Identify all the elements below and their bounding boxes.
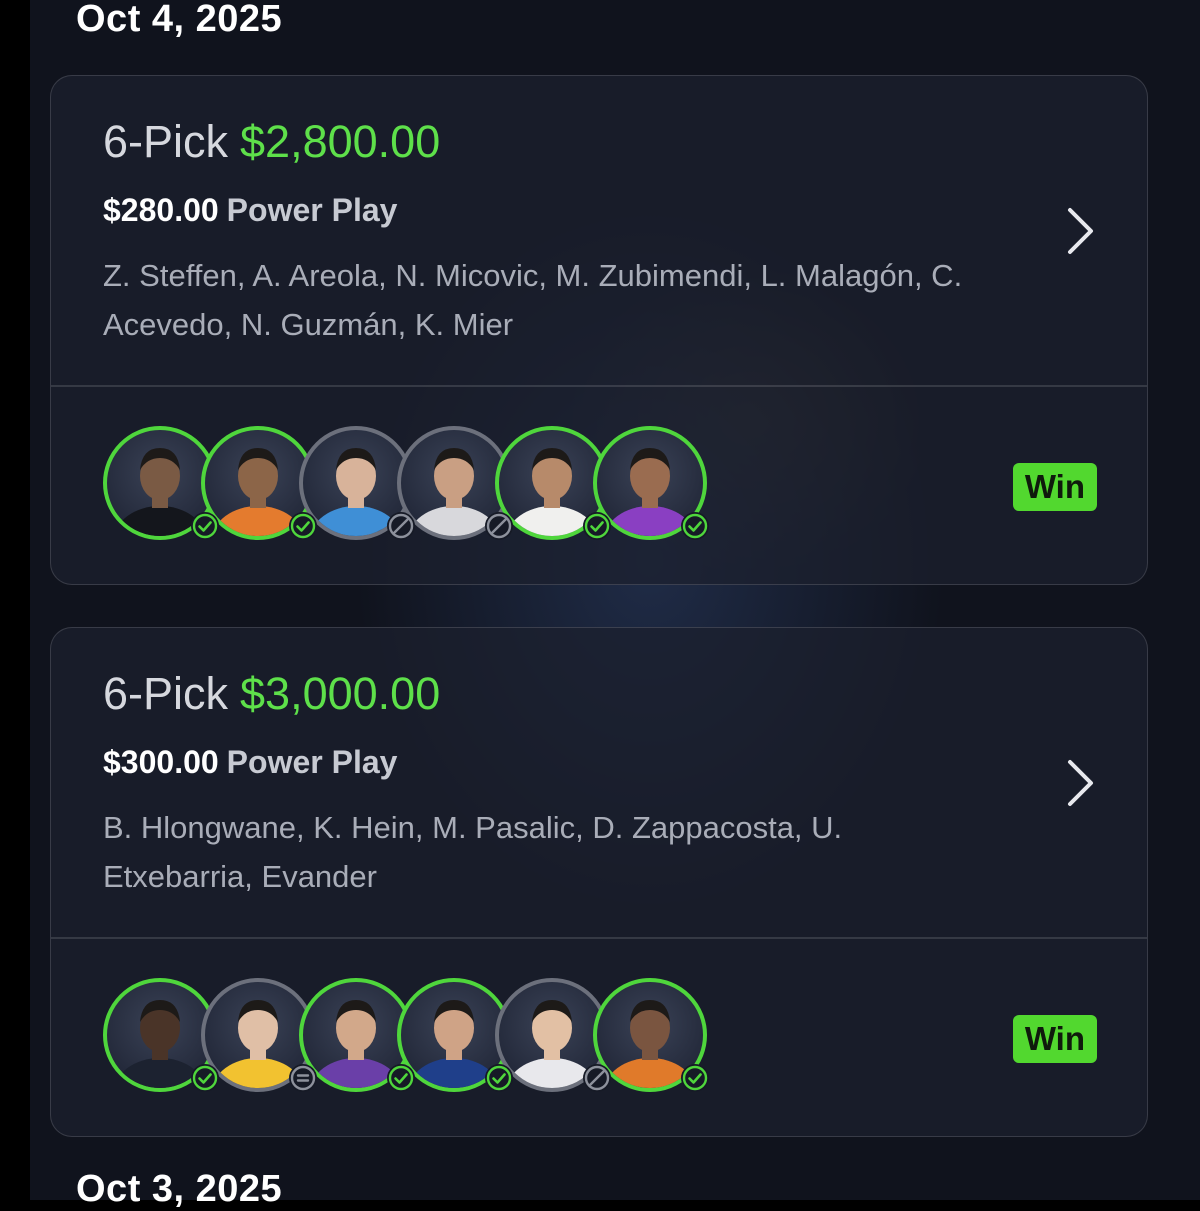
player-avatars [103, 978, 723, 1100]
push-equal-icon [289, 1064, 317, 1092]
check-circle-icon [191, 1064, 219, 1092]
entry-title: 6-Pick $2,800.00 [103, 116, 440, 168]
screen: Oct 4, 2025 6-Pick $2,800.00 $280.00 Power… [30, 0, 1200, 1210]
void-circle-icon [387, 512, 415, 540]
entry-info: $280.00 Power Play [103, 192, 397, 229]
entry-amount: $300.00 [103, 744, 219, 780]
entry-card[interactable]: 6-Pick $3,000.00 $300.00 Power Play B. Hlo… [50, 627, 1148, 1137]
players-list: B. Hlongwane, K. Hein, M. Pasalic, D. Za… [103, 810, 843, 894]
check-circle-icon [387, 1064, 415, 1092]
entry-type: Power Play [226, 744, 398, 780]
entry-title: 6-Pick $3,000.00 [103, 668, 440, 720]
divider [51, 385, 1147, 387]
chevron-right-icon[interactable] [1065, 206, 1095, 256]
check-circle-icon [583, 512, 611, 540]
payout-amount: $2,800.00 [240, 116, 441, 167]
payout-amount: $3,000.00 [240, 668, 441, 719]
date-heading: Oct 4, 2025 [76, 0, 283, 40]
entry-amount: $280.00 [103, 192, 219, 228]
entry-card[interactable]: 6-Pick $2,800.00 $280.00 Power Play Z. Ste… [50, 75, 1148, 585]
check-circle-icon [191, 512, 219, 540]
result-badge: Win [1012, 1015, 1097, 1063]
pick-label: 6-Pick [103, 668, 229, 719]
date-heading: Oct 3, 2025 [76, 1168, 283, 1210]
divider [51, 937, 1147, 939]
check-circle-icon [681, 512, 709, 540]
void-circle-icon [583, 1064, 611, 1092]
chevron-right-icon[interactable] [1065, 758, 1095, 808]
check-circle-icon [485, 1064, 513, 1092]
void-circle-icon [485, 512, 513, 540]
result-badge: Win [1012, 463, 1097, 511]
entry-type: Power Play [226, 192, 398, 228]
check-circle-icon [681, 1064, 709, 1092]
player-avatars [103, 426, 723, 548]
entry-info: $300.00 Power Play [103, 744, 397, 781]
check-circle-icon [289, 512, 317, 540]
pick-label: 6-Pick [103, 116, 229, 167]
players-list: Z. Steffen, A. Areola, N. Micovic, M. Zu… [103, 258, 963, 342]
